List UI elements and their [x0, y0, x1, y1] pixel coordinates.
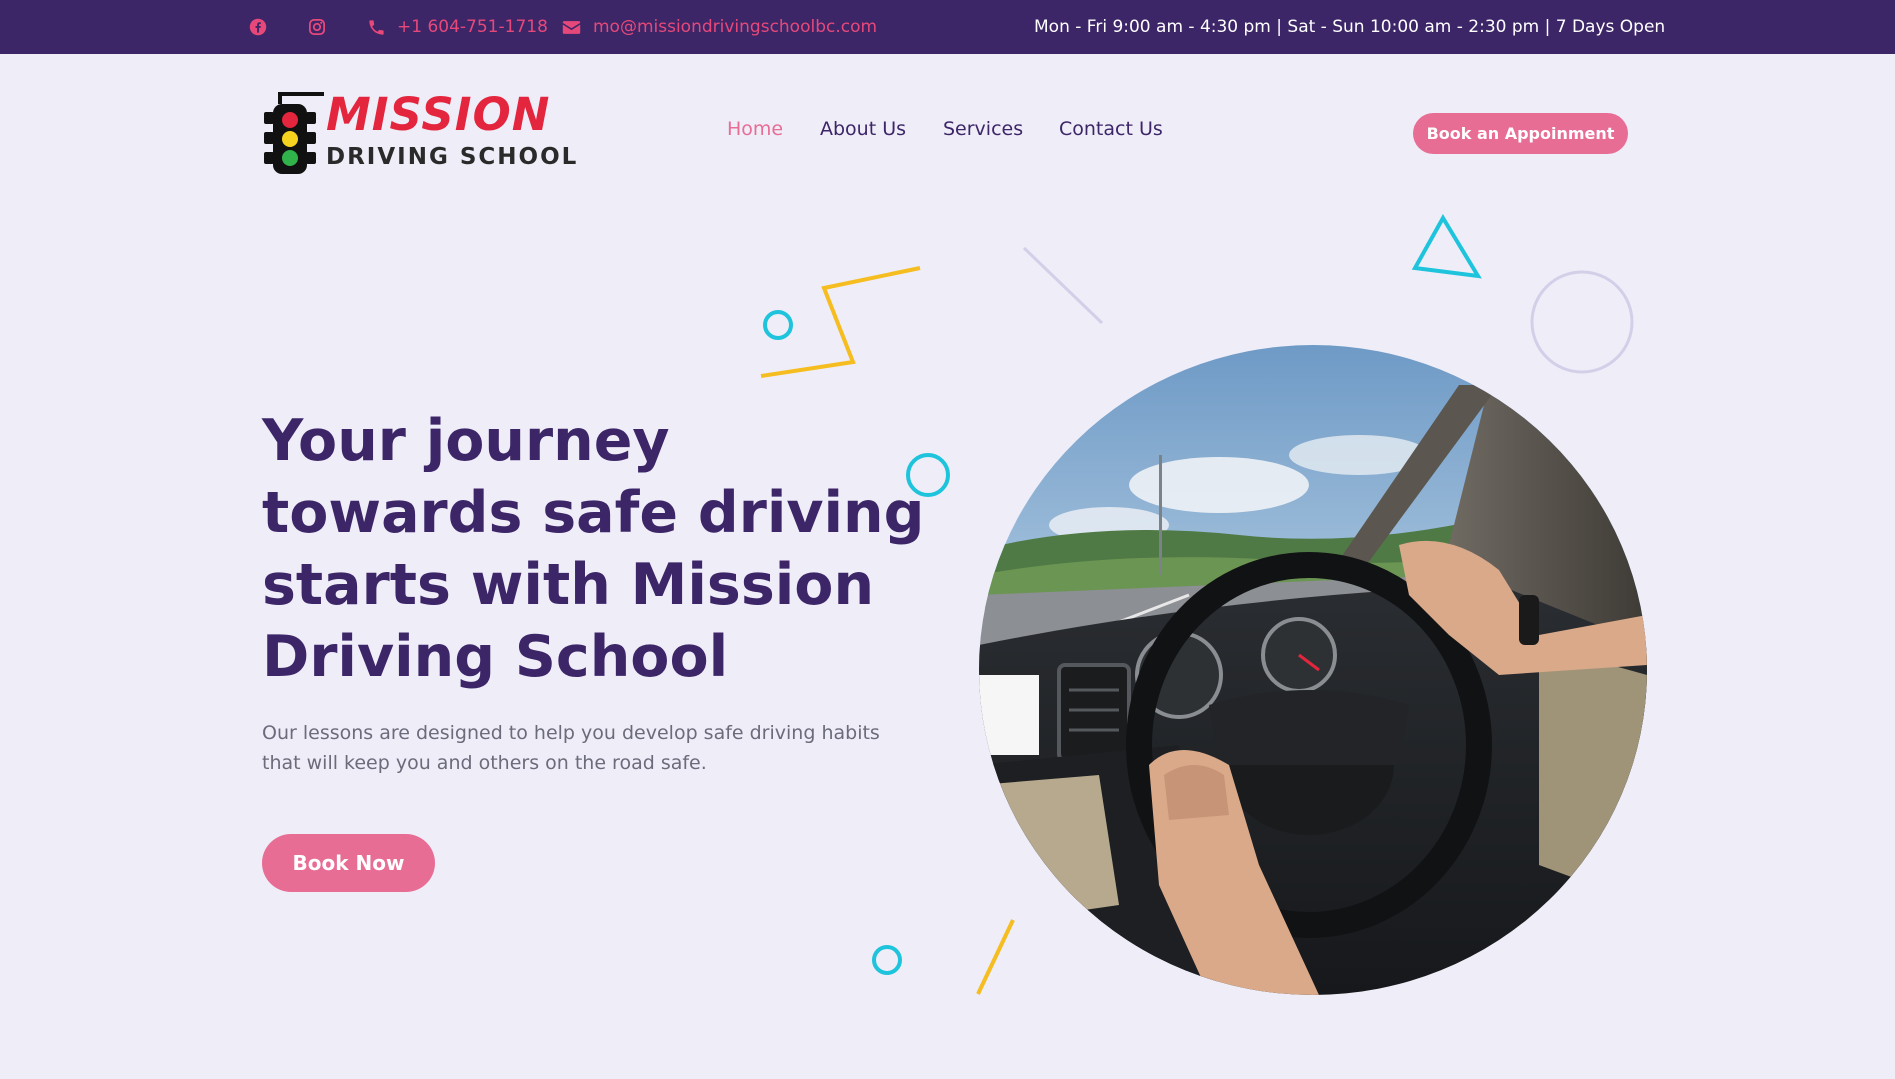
instagram-icon[interactable] — [308, 0, 326, 54]
book-now-button[interactable]: Book Now — [262, 834, 435, 892]
hero-title: Your journey towards safe driving starts… — [262, 408, 925, 690]
opening-hours-text: Mon - Fri 9:00 am - 4:30 pm | Sat - Sun … — [1034, 17, 1666, 37]
phone-link[interactable]: +1 604-751-1718 — [367, 0, 548, 54]
traffic-light-icon — [264, 92, 324, 174]
logo-wordmark-mission: MISSION — [326, 88, 551, 141]
facebook-icon[interactable] — [249, 0, 267, 54]
book-appointment-button[interactable]: Book an Appoinment — [1413, 113, 1628, 154]
nav-item-services[interactable]: Services — [943, 118, 1023, 148]
nav-item-home[interactable]: Home — [727, 118, 783, 148]
phone-icon — [367, 18, 386, 37]
email-link[interactable]: mo@missiondrivingschoolbc.com — [562, 0, 877, 54]
deco-triangle — [1411, 214, 1482, 279]
deco-circle-small — [763, 310, 793, 340]
hero-image-driver — [979, 345, 1647, 995]
logo-wordmark-driving-school: DRIVING SCHOOL — [326, 144, 579, 170]
deco-line-yellow — [976, 919, 1015, 995]
top-bar: +1 604-751-1718 mo@missiondrivingschoolb… — [0, 0, 1895, 54]
nav-item-contact-us[interactable]: Contact Us — [1059, 118, 1163, 148]
envelope-icon — [562, 20, 581, 35]
nav-item-about-us[interactable]: About Us — [820, 118, 906, 148]
deco-circle-large-faint — [1530, 270, 1634, 374]
opening-hours: Mon - Fri 9:00 am - 4:30 pm | Sat - Sun … — [1034, 0, 1665, 54]
phone-number: +1 604-751-1718 — [397, 17, 548, 37]
deco-zigzag — [760, 266, 921, 378]
hero-subtitle: Our lessons are designed to help you dev… — [262, 722, 880, 774]
deco-line-faint — [1022, 246, 1104, 325]
email-address: mo@missiondrivingschoolbc.com — [593, 17, 878, 37]
deco-circle-bottom — [872, 945, 902, 975]
site-logo[interactable]: MISSION DRIVING SCHOOL — [260, 90, 592, 176]
